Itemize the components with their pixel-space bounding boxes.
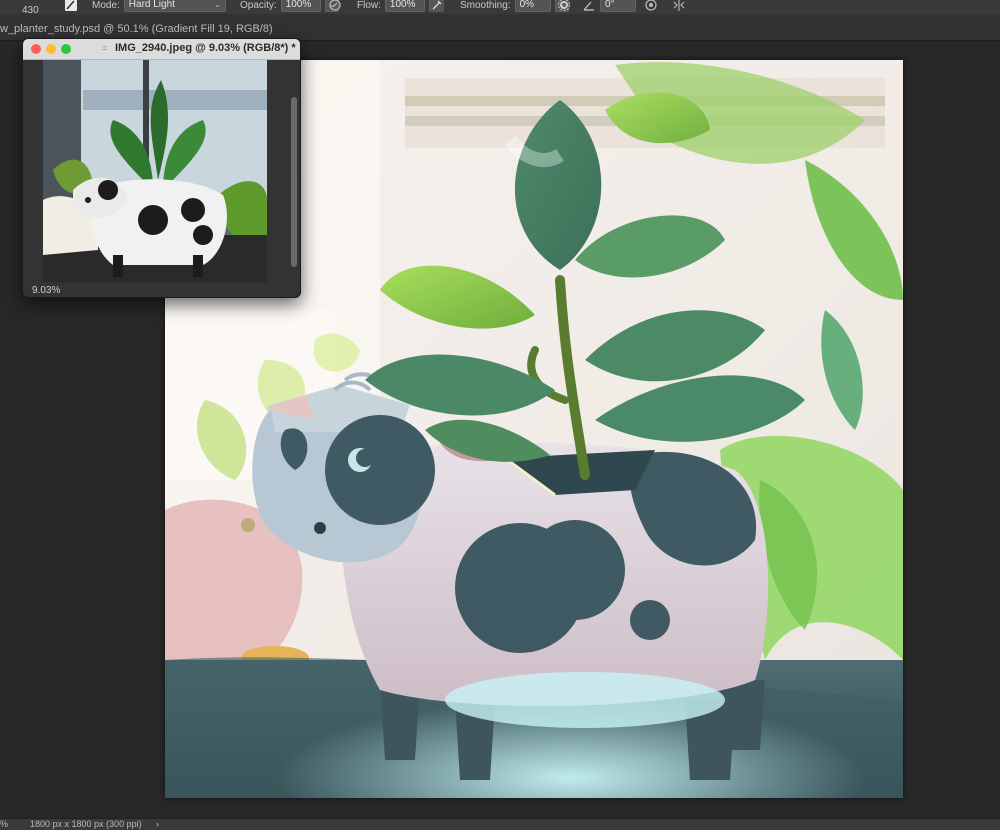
status-zoom-field[interactable]: % bbox=[0, 819, 8, 830]
brush-size-control[interactable]: 430 bbox=[22, 0, 39, 16]
reference-image-window[interactable]: = IMG_2940.jpeg @ 9.03% (RGB/8*) * 9.03% bbox=[22, 38, 301, 298]
minimize-window-button[interactable] bbox=[46, 44, 56, 54]
collapse-icon[interactable]: = bbox=[102, 43, 110, 53]
document-dimensions: 1800 px x 1800 px (300 ppi) bbox=[30, 819, 142, 829]
pressure-size-icon[interactable] bbox=[644, 0, 658, 12]
opacity-field[interactable]: 100% bbox=[280, 0, 321, 12]
reference-zoom-level[interactable]: 9.03% bbox=[32, 285, 60, 296]
reference-window-titlebar[interactable]: = IMG_2940.jpeg @ 9.03% (RGB/8*) * bbox=[23, 39, 300, 60]
flow-value: 100% bbox=[389, 0, 416, 10]
brush-preset-icon[interactable] bbox=[64, 0, 78, 12]
pressure-opacity-icon[interactable] bbox=[328, 0, 342, 12]
smoothing-settings-icon[interactable] bbox=[557, 0, 571, 12]
chevron-down-icon: ⌄ bbox=[214, 0, 221, 9]
smoothing-field[interactable]: 0% bbox=[514, 0, 551, 12]
airbrush-icon[interactable] bbox=[430, 0, 444, 12]
maximize-window-button[interactable] bbox=[61, 44, 71, 54]
reference-window-title: IMG_2940.jpeg @ 9.03% (RGB/8*) * bbox=[115, 42, 296, 54]
smoothing-value: 0% bbox=[519, 0, 535, 10]
symmetry-icon[interactable] bbox=[672, 0, 686, 12]
angle-icon bbox=[582, 0, 596, 12]
mode-label: Mode: bbox=[92, 0, 120, 11]
angle-value: 0° bbox=[605, 0, 615, 10]
mode-value: Hard Light bbox=[128, 0, 175, 10]
document-tab-bar: w_planter_study.psd @ 50.1% (Gradient Fi… bbox=[0, 14, 1000, 41]
reference-scrollbar-thumb[interactable] bbox=[291, 97, 297, 267]
flow-label: Flow: bbox=[357, 0, 381, 11]
document-tab-active[interactable]: w_planter_study.psd @ 50.1% (Gradient Fi… bbox=[0, 18, 281, 40]
flow-field[interactable]: 100% bbox=[384, 0, 425, 12]
options-bar: 430 Mode: Hard Light ⌄ Opacity: 100% ⌄ F… bbox=[0, 0, 1000, 16]
opacity-label: Opacity: bbox=[240, 0, 277, 11]
opacity-value: 100% bbox=[285, 0, 312, 10]
angle-field[interactable]: 0° bbox=[600, 0, 636, 12]
status-bar: % 1800 px x 1800 px (300 ppi) › bbox=[0, 818, 1000, 830]
close-window-button[interactable] bbox=[31, 44, 41, 54]
reference-photo[interactable] bbox=[43, 60, 267, 282]
smoothing-label: Smoothing: bbox=[460, 0, 511, 11]
mode-select[interactable]: Hard Light ⌄ bbox=[123, 0, 226, 12]
status-menu-arrow-icon[interactable]: › bbox=[156, 819, 159, 830]
